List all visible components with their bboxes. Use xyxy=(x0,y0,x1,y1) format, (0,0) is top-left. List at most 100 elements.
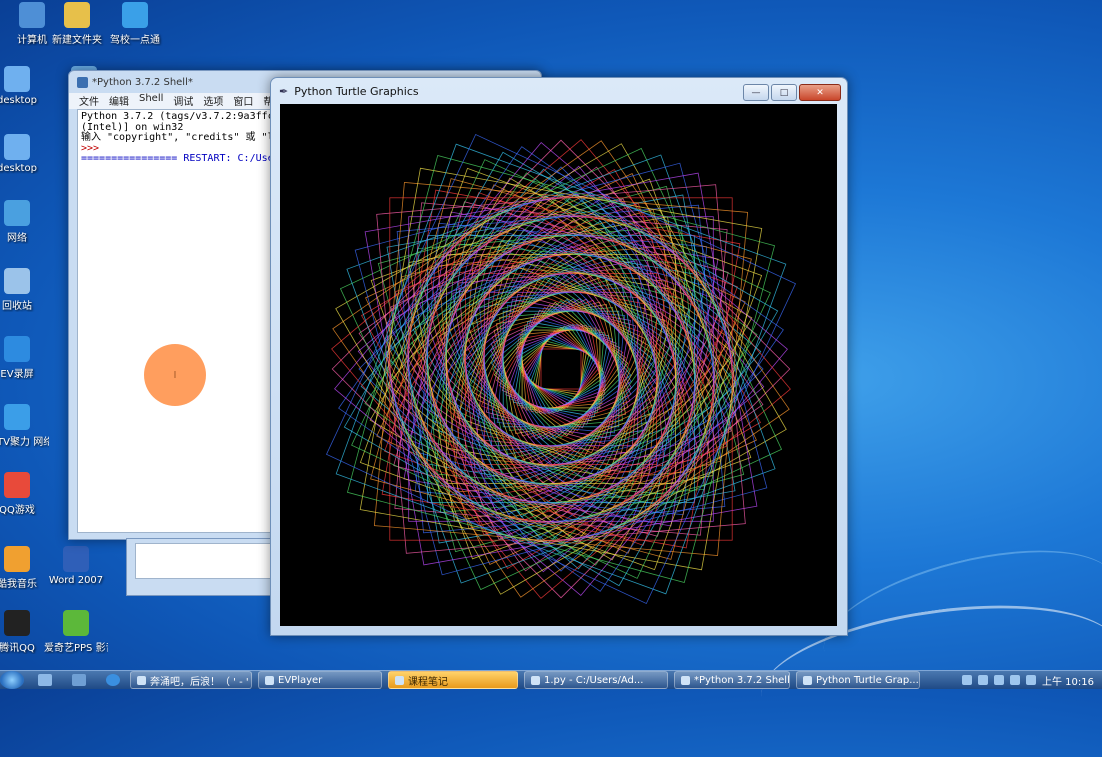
clock[interactable]: 上午 10:16 xyxy=(1042,673,1094,688)
turtle-graphics-window[interactable]: ✒ Python Turtle Graphics — □ ✕ xyxy=(270,77,848,636)
desktop-icon-label: 新建文件夹 xyxy=(52,35,102,46)
spiral-square xyxy=(496,304,626,434)
spiral-square xyxy=(384,192,738,546)
feather-icon: ✒ xyxy=(279,84,289,98)
turtle-title: Python Turtle Graphics xyxy=(294,84,419,98)
desktop-icon[interactable]: 爱奇艺PPS 影音 xyxy=(44,610,108,654)
tray-icon[interactable] xyxy=(962,675,972,685)
show-desktop-icon[interactable] xyxy=(38,674,52,686)
desktop-icon[interactable]: Word 2007 xyxy=(44,546,108,586)
spiral-square xyxy=(464,272,658,466)
desktop-icon[interactable]: QQ游戏 xyxy=(0,472,49,516)
maximize-button[interactable]: □ xyxy=(771,84,797,101)
menu-edit[interactable]: 编辑 xyxy=(109,93,129,109)
desktop-icon[interactable]: PPTV聚力 网络电视 xyxy=(0,404,49,448)
spiral-square xyxy=(385,193,737,545)
background-window[interactable] xyxy=(126,538,278,596)
python-icon xyxy=(77,76,88,88)
spiral-square xyxy=(517,325,605,413)
spiral-square xyxy=(354,162,768,576)
taskbar-item[interactable]: 课程笔记 xyxy=(388,671,518,689)
spiral-square xyxy=(476,284,646,454)
spiral-square xyxy=(534,342,588,396)
ev-icon xyxy=(265,675,274,685)
menu-options[interactable]: 选项 xyxy=(203,93,223,109)
taskbar-item-label: 奔涌吧，后浪！（ ' - ' )つ... xyxy=(150,676,251,688)
spiral-square xyxy=(469,277,653,461)
tray-icon[interactable] xyxy=(994,675,1004,685)
desktop-icon-label: QQ游戏 xyxy=(0,505,35,516)
spiral-square xyxy=(377,185,745,553)
video-icon xyxy=(63,610,89,636)
desktop-icon[interactable]: 网络 xyxy=(0,200,49,244)
desktop-icon-label: Word 2007 xyxy=(48,575,104,586)
spiral-square xyxy=(359,167,763,571)
spiral-square xyxy=(522,330,600,408)
desktop-icon-label: EV录屏 xyxy=(0,369,34,380)
taskbar-item[interactable]: EVPlayer xyxy=(258,671,382,689)
menu-shell[interactable]: Shell xyxy=(139,93,163,109)
desktop-icon[interactable]: 驾校一点通 xyxy=(103,2,167,46)
spiral-square xyxy=(359,167,763,571)
menu-debug[interactable]: 调试 xyxy=(173,93,193,109)
folder-icon xyxy=(64,2,90,28)
desktop-icon-label: 腾讯QQ xyxy=(0,643,35,654)
spiral-square xyxy=(403,211,719,527)
spiral-drawing xyxy=(325,133,797,605)
network-icon[interactable] xyxy=(1010,675,1020,685)
spiral-square xyxy=(499,307,623,431)
spiral-square xyxy=(384,192,738,546)
desktop-icon[interactable]: 酷我音乐 xyxy=(0,546,49,590)
spiral-square xyxy=(438,246,684,492)
spiral-square xyxy=(537,345,585,393)
desktop-icon[interactable]: 腾讯QQ xyxy=(0,610,49,654)
file-icon xyxy=(4,134,30,160)
taskbar-item-label: 1.py - C:/Users/Ad... xyxy=(544,674,644,686)
desktop-icon[interactable]: desktop xyxy=(0,66,49,106)
system-tray: 上午 10:16 xyxy=(962,673,1102,688)
spiral-square xyxy=(501,309,621,429)
tray-icon[interactable] xyxy=(978,675,988,685)
turtle-canvas[interactable] xyxy=(280,104,837,626)
desktop-icon[interactable]: 回收站 xyxy=(0,268,49,312)
taskbar-item[interactable]: 奔涌吧，后浪！（ ' - ' )つ... xyxy=(130,671,252,689)
desktop-icon-label: desktop xyxy=(0,163,37,174)
recycle-bin-icon xyxy=(4,268,30,294)
desktop-icon-label: PPTV聚力 网络电视 xyxy=(0,437,49,448)
volume-icon[interactable] xyxy=(1026,675,1036,685)
spiral-square xyxy=(490,298,632,440)
shell-title: *Python 3.7.2 Shell* xyxy=(92,76,193,88)
menu-window[interactable]: 窗口 xyxy=(233,93,253,109)
spiral-square xyxy=(496,304,626,434)
spiral-square xyxy=(376,184,746,554)
file-icon xyxy=(4,66,30,92)
spiral-square xyxy=(515,323,607,415)
spiral-square xyxy=(338,146,784,592)
music-icon xyxy=(4,546,30,572)
spiral-square xyxy=(332,140,790,598)
spiral-square xyxy=(455,263,667,475)
python-icon xyxy=(681,675,690,685)
switch-windows-icon[interactable] xyxy=(72,674,86,686)
taskbar-item-label: EVPlayer xyxy=(278,674,323,686)
ie-icon[interactable] xyxy=(106,674,120,686)
close-button[interactable]: ✕ xyxy=(799,84,841,101)
desktop-icon[interactable]: EV录屏 xyxy=(0,336,49,380)
taskbar-item[interactable]: *Python 3.7.2 Shell* xyxy=(674,671,790,689)
python-icon xyxy=(531,675,540,685)
minimize-button[interactable]: — xyxy=(743,84,769,101)
spiral-square xyxy=(390,198,732,540)
desktop-icon[interactable]: desktop xyxy=(0,134,49,174)
desktop-icon[interactable]: 新建文件夹 xyxy=(45,2,109,46)
spiral-square xyxy=(440,248,682,490)
spiral-square xyxy=(463,271,659,467)
start-button[interactable] xyxy=(0,671,24,689)
spiral-square xyxy=(334,142,788,596)
taskbar-item[interactable]: 1.py - C:/Users/Ad... xyxy=(524,671,668,689)
menu-file[interactable]: 文件 xyxy=(79,93,99,109)
app-icon xyxy=(122,2,148,28)
spiral-square xyxy=(515,323,607,415)
turtle-icon xyxy=(803,675,812,685)
taskbar-item[interactable]: Python Turtle Grap... xyxy=(796,671,920,689)
spiral-square xyxy=(438,246,684,492)
